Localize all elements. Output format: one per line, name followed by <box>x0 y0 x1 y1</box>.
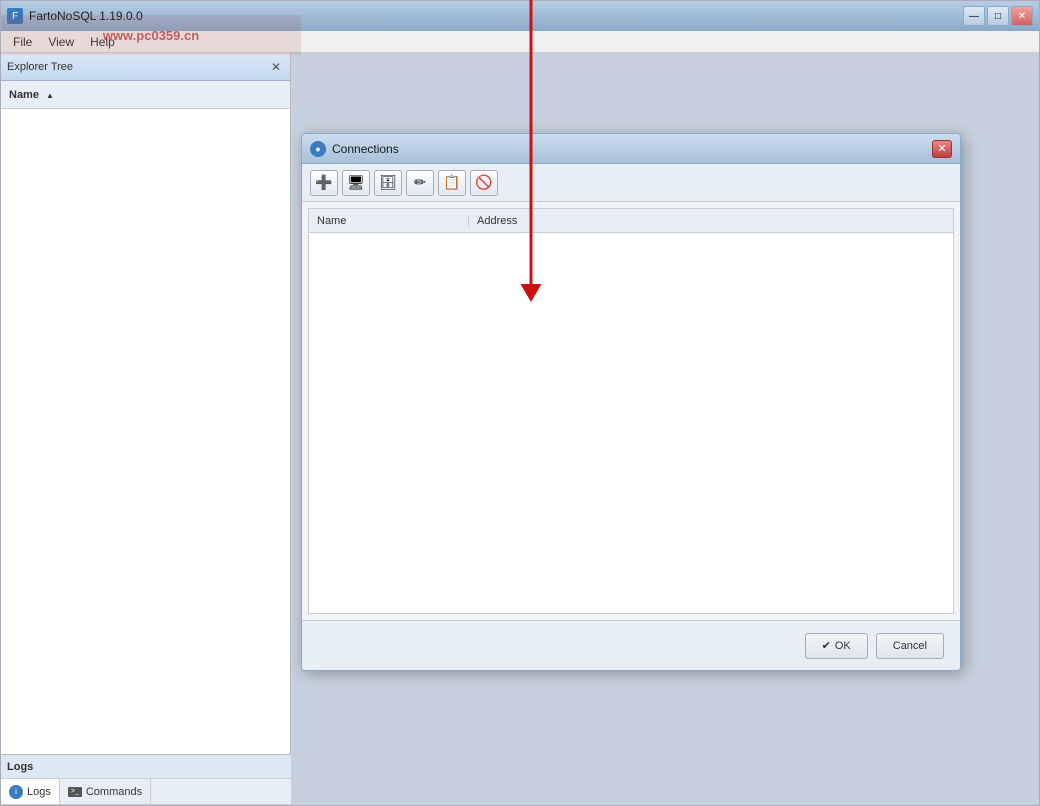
explorer-close-button[interactable]: ✕ <box>268 59 284 75</box>
ok-label: OK <box>835 640 851 652</box>
dialog-title-icon: ● <box>310 141 326 157</box>
dialog-footer: ✔ OK Cancel <box>302 620 960 670</box>
app-icon: F <box>7 8 23 24</box>
clone-button[interactable]: 📋 <box>438 170 466 196</box>
server-button[interactable]: 🗄 <box>374 170 402 196</box>
logs-tab-icon: i <box>9 785 23 799</box>
dialog-title-left: ● Connections <box>310 141 399 157</box>
dialog-close-button[interactable]: ✕ <box>932 140 952 158</box>
delete-button[interactable]: 🚫 <box>470 170 498 196</box>
menu-file[interactable]: File <box>5 33 40 51</box>
tree-name-column: Name ▲ <box>9 89 54 101</box>
sort-indicator: ▲ <box>46 91 54 100</box>
connect-icon: 🖥 <box>347 174 365 191</box>
commands-tab-icon: >_ <box>68 787 82 797</box>
name-column-header: Name <box>309 215 469 227</box>
cancel-button[interactable]: Cancel <box>876 633 944 659</box>
tree-area[interactable] <box>1 109 290 773</box>
connect-button[interactable]: 🖥 <box>342 170 370 196</box>
clone-icon: 📋 <box>443 174 460 191</box>
title-bar: F FartoNoSQL 1.19.0.0 — □ ✕ <box>1 1 1039 31</box>
menu-help[interactable]: Help <box>82 33 123 51</box>
left-panel: Explorer Tree ✕ Name ▲ 🔍 Lo <box>1 53 291 805</box>
delete-icon: 🚫 <box>475 174 492 191</box>
server-icon: 🗄 <box>379 174 397 191</box>
logs-tabs: i Logs >_ Commands <box>1 779 291 805</box>
commands-tab-label: Commands <box>86 786 142 798</box>
logs-title-bar: Logs <box>1 755 291 779</box>
connections-list-body[interactable] <box>309 233 953 613</box>
dialog-title-text: Connections <box>332 142 399 156</box>
ok-icon: ✔ <box>822 639 831 652</box>
modal-overlay: ● Connections ✕ ➕ 🖥 <box>291 53 1039 805</box>
content-area: Explorer Tree ✕ Name ▲ 🔍 Lo <box>1 53 1039 805</box>
minimize-button[interactable]: — <box>963 6 985 26</box>
address-column-header: Address <box>469 215 525 227</box>
dialog-title-bar: ● Connections ✕ <box>302 134 960 164</box>
menu-bar: File View Help <box>1 31 1039 53</box>
main-window: F FartoNoSQL 1.19.0.0 — □ ✕ File View He… <box>0 0 1040 806</box>
logs-title-text: Logs <box>7 761 33 773</box>
title-bar-left: F FartoNoSQL 1.19.0.0 <box>7 8 143 24</box>
tab-commands[interactable]: >_ Commands <box>60 779 151 804</box>
ok-button[interactable]: ✔ OK <box>805 633 868 659</box>
menu-view[interactable]: View <box>40 33 82 51</box>
dialog-content: Name Address <box>308 208 954 614</box>
tree-header: Name ▲ <box>1 81 290 109</box>
close-button[interactable]: ✕ <box>1011 6 1033 26</box>
add-icon: ➕ <box>315 174 332 191</box>
logs-panel: Logs i Logs >_ Commands <box>1 754 291 805</box>
explorer-title-bar: Explorer Tree ✕ <box>1 53 290 81</box>
logs-tab-label: Logs <box>27 786 51 798</box>
app-title: FartoNoSQL 1.19.0.0 <box>29 9 143 23</box>
connections-dialog: ● Connections ✕ ➕ 🖥 <box>301 133 961 671</box>
maximize-button[interactable]: □ <box>987 6 1009 26</box>
dialog-toolbar: ➕ 🖥 🗄 ✏ 📋 <box>302 164 960 202</box>
connections-list-header: Name Address <box>309 209 953 233</box>
right-panel: ● Connections ✕ ➕ 🖥 <box>291 53 1039 805</box>
explorer-title-left: Explorer Tree <box>7 61 73 73</box>
add-connection-button[interactable]: ➕ <box>310 170 338 196</box>
edit-button[interactable]: ✏ <box>406 170 434 196</box>
edit-icon: ✏ <box>414 174 426 191</box>
tab-logs[interactable]: i Logs <box>1 779 60 804</box>
explorer-title-text: Explorer Tree <box>7 61 73 73</box>
cancel-label: Cancel <box>893 640 927 652</box>
title-bar-controls: — □ ✕ <box>963 6 1033 26</box>
